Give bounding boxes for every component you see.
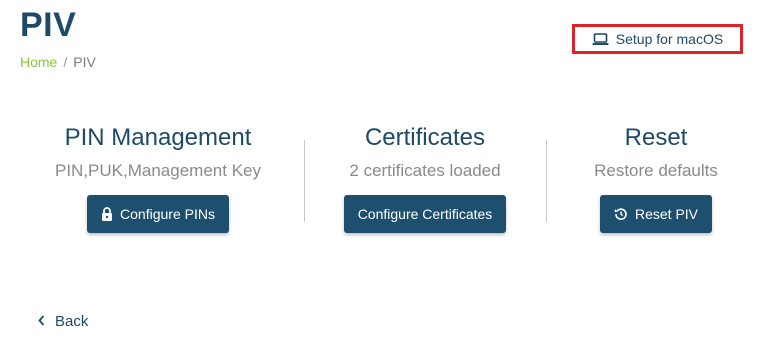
reset-title: Reset <box>624 124 688 151</box>
breadcrumb-current: PIV <box>73 54 96 70</box>
pin-management-title: PIN Management <box>64 124 252 151</box>
back-label: Back <box>55 313 89 330</box>
setup-link-label: Setup for macOS <box>615 31 724 47</box>
configure-pins-button[interactable]: Configure PINs <box>87 195 229 233</box>
reset-section: Reset Restore defaults Reset PIV <box>566 122 746 233</box>
laptop-icon <box>592 32 609 46</box>
reset-subtitle: Restore defaults <box>594 161 718 180</box>
configure-certificates-label: Configure Certificates <box>357 206 493 222</box>
section-divider <box>546 140 547 222</box>
certificates-section: Certificates 2 certificates loaded Confi… <box>322 122 528 233</box>
lock-icon <box>101 207 113 221</box>
section-divider <box>304 140 305 222</box>
piv-page: PIV Home / PIV Setup for macOS PIN Manag… <box>0 0 768 339</box>
chevron-left-icon <box>38 313 45 330</box>
configure-pins-label: Configure PINs <box>120 206 215 222</box>
reset-piv-button[interactable]: Reset PIV <box>599 195 713 233</box>
breadcrumb: Home / PIV <box>20 54 96 70</box>
setup-for-macos-link[interactable]: Setup for macOS <box>572 24 743 54</box>
breadcrumb-home-link[interactable]: Home <box>20 54 57 70</box>
breadcrumb-separator: / <box>63 54 68 70</box>
reset-piv-label: Reset PIV <box>634 206 699 222</box>
back-link[interactable]: Back <box>38 313 88 330</box>
piv-sections: PIN Management PIN,PUK,Management Key Co… <box>0 122 768 242</box>
certificates-title: Certificates <box>364 124 486 151</box>
page-title: PIV <box>20 6 77 44</box>
pin-management-subtitle: PIN,PUK,Management Key <box>55 161 261 180</box>
certificates-subtitle: 2 certificates loaded <box>349 161 501 180</box>
configure-certificates-button[interactable]: Configure Certificates <box>343 195 507 233</box>
reset-icon <box>614 207 628 221</box>
pin-management-section: PIN Management PIN,PUK,Management Key Co… <box>40 122 276 233</box>
